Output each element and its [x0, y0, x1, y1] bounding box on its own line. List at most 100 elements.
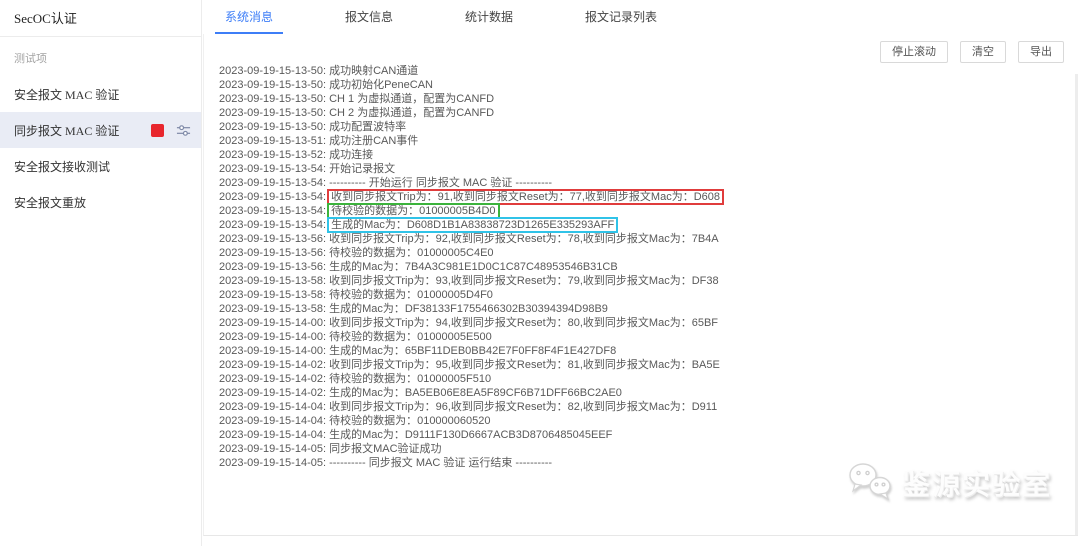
log-line: 2023-09-19-15-13-56: 收到同步报文Trip为：92,收到同步…	[219, 232, 1056, 246]
status-square	[151, 124, 164, 137]
export-button[interactable]: 导出	[1018, 41, 1064, 63]
stop-scroll-button[interactable]: 停止滚动	[880, 41, 948, 63]
log-timestamp: 2023-09-19-15-13-56:	[219, 233, 329, 245]
sidebar-item-secure-receive-test[interactable]: 安全报文接收测试	[0, 148, 201, 184]
log-message: 收到同步报文Trip为：96,收到同步报文Reset为：82,收到同步报文Mac…	[329, 401, 717, 413]
tab-statistics[interactable]: 统计数据	[455, 0, 523, 34]
app-title: SecOC认证	[0, 0, 201, 36]
log-line: 2023-09-19-15-13-58: 收到同步报文Trip为：93,收到同步…	[219, 274, 1056, 288]
log-timestamp: 2023-09-19-15-14-00:	[219, 345, 329, 357]
log-message: 同步报文MAC验证成功	[329, 443, 441, 455]
log-timestamp: 2023-09-19-15-13-58:	[219, 289, 329, 301]
sidebar-item-label: 安全报文重放	[14, 194, 86, 211]
log-timestamp: 2023-09-19-15-14-05:	[219, 443, 329, 455]
log-line: 2023-09-19-15-14-00: 待校验的数据为：01000005E50…	[219, 330, 1056, 344]
log-message: 开始记录报文	[329, 163, 395, 175]
log-message: 成功映射CAN通道	[329, 65, 418, 77]
app-window: SecOC认证 测试项 安全报文 MAC 验证同步报文 MAC 验证安全报文接收…	[0, 0, 1080, 546]
sidebar: SecOC认证 测试项 安全报文 MAC 验证同步报文 MAC 验证安全报文接收…	[0, 0, 202, 546]
toolbar: 停止滚动 清空 导出	[880, 41, 1064, 63]
sidebar-item-sync-mac-verify[interactable]: 同步报文 MAC 验证	[0, 112, 201, 148]
log-message: 待校验的数据为：01000005C4E0	[329, 247, 493, 259]
log-line: 2023-09-19-15-14-05: ---------- 同步报文 MAC…	[219, 456, 1056, 470]
log-timestamp: 2023-09-19-15-13-54:	[219, 163, 329, 175]
log-timestamp: 2023-09-19-15-13-50:	[219, 65, 329, 77]
log-line: 2023-09-19-15-13-52: 成功连接	[219, 148, 1056, 162]
log-message: 收到同步报文Trip为：93,收到同步报文Reset为：79,收到同步报文Mac…	[329, 275, 719, 287]
log-line: 2023-09-19-15-13-58: 生成的Mac为：DF38133F175…	[219, 302, 1056, 316]
log-message: 生成的Mac为：65BF11DEB0BB42E7F0FF8F4F1E427DF8	[329, 345, 616, 357]
log-timestamp: 2023-09-19-15-13-50:	[219, 107, 329, 119]
log-timestamp: 2023-09-19-15-13-50:	[219, 79, 329, 91]
log-timestamp: 2023-09-19-15-13-50:	[219, 121, 329, 133]
log-line: 2023-09-19-15-14-04: 生成的Mac为：D9111F130D6…	[219, 428, 1056, 442]
log-timestamp: 2023-09-19-15-13-51:	[219, 135, 329, 147]
sidebar-section-label: 测试项	[0, 37, 201, 74]
log-timestamp: 2023-09-19-15-13-54:	[219, 219, 329, 231]
log-timestamp: 2023-09-19-15-14-02:	[219, 387, 329, 399]
vertical-scrollbar[interactable]	[1075, 74, 1078, 535]
tab-system-messages[interactable]: 系统消息	[215, 0, 283, 34]
tab-bar: 系统消息 报文信息 统计数据 报文记录列表	[203, 0, 1080, 34]
log-panel: 停止滚动 清空 导出 2023-09-19-15-13-50: 成功映射CAN通…	[203, 34, 1078, 536]
log-message: 成功连接	[329, 149, 373, 161]
log-timestamp: 2023-09-19-15-13-56:	[219, 261, 329, 273]
sidebar-item-secure-replay[interactable]: 安全报文重放	[0, 184, 201, 220]
log-timestamp: 2023-09-19-15-14-04:	[219, 401, 329, 413]
log-message: 成功配置波特率	[329, 121, 406, 133]
log-message: 待校验的数据为：01000005E500	[329, 331, 492, 343]
log-timestamp: 2023-09-19-15-13-54:	[219, 177, 329, 189]
log-line: 2023-09-19-15-13-54: 收到同步报文Trip为：91,收到同步…	[219, 190, 1056, 204]
log-line: 2023-09-19-15-13-51: 成功注册CAN事件	[219, 134, 1056, 148]
log-timestamp: 2023-09-19-15-13-52:	[219, 149, 329, 161]
log-message: 成功初始化PeneCAN	[329, 79, 433, 91]
tab-record-list[interactable]: 报文记录列表	[575, 0, 667, 34]
log-line: 2023-09-19-15-13-58: 待校验的数据为：01000005D4F…	[219, 288, 1056, 302]
log-message: 收到同步报文Trip为：95,收到同步报文Reset为：81,收到同步报文Mac…	[329, 359, 720, 371]
log-timestamp: 2023-09-19-15-14-04:	[219, 415, 329, 427]
log-line: 2023-09-19-15-13-50: 成功配置波特率	[219, 120, 1056, 134]
log-timestamp: 2023-09-19-15-13-58:	[219, 303, 329, 315]
log-message: 生成的Mac为：D9111F130D6667ACB3D8706485045EEF	[329, 429, 612, 441]
log-message: 生成的Mac为：D608D1B1A83838723D1265E335293AFF	[329, 219, 616, 231]
log-message: ---------- 开始运行 同步报文 MAC 验证 ----------	[329, 177, 552, 189]
log-timestamp: 2023-09-19-15-14-04:	[219, 429, 329, 441]
log-line: 2023-09-19-15-14-04: 待校验的数据为：01000006052…	[219, 414, 1056, 428]
log-line: 2023-09-19-15-14-02: 生成的Mac为：BA5EB06E8EA…	[219, 386, 1056, 400]
log-message: ---------- 同步报文 MAC 验证 运行结束 ----------	[329, 457, 552, 469]
log-line: 2023-09-19-15-13-50: 成功映射CAN通道	[219, 64, 1056, 78]
sidebar-item-label: 安全报文 MAC 验证	[14, 86, 119, 103]
log-message: 生成的Mac为：DF38133F1755466302B30394394D98B9	[329, 303, 608, 315]
log-message: 生成的Mac为：BA5EB06E8EA5F89CF6B71DFF66BC2AE0	[329, 387, 622, 399]
log-line: 2023-09-19-15-13-50: CH 2 为虚拟通道，配置为CANFD	[219, 106, 1056, 120]
log-line: 2023-09-19-15-13-54: ---------- 开始运行 同步报…	[219, 176, 1056, 190]
log-message: 收到同步报文Trip为：94,收到同步报文Reset为：80,收到同步报文Mac…	[329, 317, 718, 329]
tab-message-info[interactable]: 报文信息	[335, 0, 403, 34]
filter-sliders-icon[interactable]	[176, 123, 191, 138]
log-timestamp: 2023-09-19-15-14-00:	[219, 317, 329, 329]
log-line: 2023-09-19-15-13-54: 生成的Mac为：D608D1B1A83…	[219, 218, 1056, 232]
log-line: 2023-09-19-15-13-54: 开始记录报文	[219, 162, 1056, 176]
sidebar-item-list: 安全报文 MAC 验证同步报文 MAC 验证安全报文接收测试安全报文重放	[0, 74, 201, 220]
log-message: 待校验的数据为：010000060520	[329, 415, 490, 427]
log-timestamp: 2023-09-19-15-13-56:	[219, 247, 329, 259]
sidebar-item-label: 同步报文 MAC 验证	[14, 122, 119, 139]
log-line: 2023-09-19-15-14-00: 生成的Mac为：65BF11DEB0B…	[219, 344, 1056, 358]
log-timestamp: 2023-09-19-15-14-00:	[219, 331, 329, 343]
log-timestamp: 2023-09-19-15-13-58:	[219, 275, 329, 287]
log-message: CH 1 为虚拟通道，配置为CANFD	[329, 93, 494, 105]
log-timestamp: 2023-09-19-15-13-54:	[219, 205, 329, 217]
log-timestamp: 2023-09-19-15-14-02:	[219, 359, 329, 371]
log-line: 2023-09-19-15-14-02: 收到同步报文Trip为：95,收到同步…	[219, 358, 1056, 372]
log-line: 2023-09-19-15-13-54: 待校验的数据为：01000005B4D…	[219, 204, 1056, 218]
log-message: 待校验的数据为：01000005F510	[329, 373, 491, 385]
sidebar-item-label: 安全报文接收测试	[14, 158, 110, 175]
log-message: 生成的Mac为：7B4A3C981E1D0C1C87C48953546B31CB	[329, 261, 618, 273]
log-area: 2023-09-19-15-13-50: 成功映射CAN通道2023-09-19…	[219, 64, 1056, 470]
log-line: 2023-09-19-15-13-56: 待校验的数据为：01000005C4E…	[219, 246, 1056, 260]
clear-button[interactable]: 清空	[960, 41, 1006, 63]
log-message: CH 2 为虚拟通道，配置为CANFD	[329, 107, 494, 119]
log-message: 成功注册CAN事件	[329, 135, 418, 147]
sidebar-item-secure-mac-verify[interactable]: 安全报文 MAC 验证	[0, 76, 201, 112]
log-timestamp: 2023-09-19-15-14-02:	[219, 373, 329, 385]
